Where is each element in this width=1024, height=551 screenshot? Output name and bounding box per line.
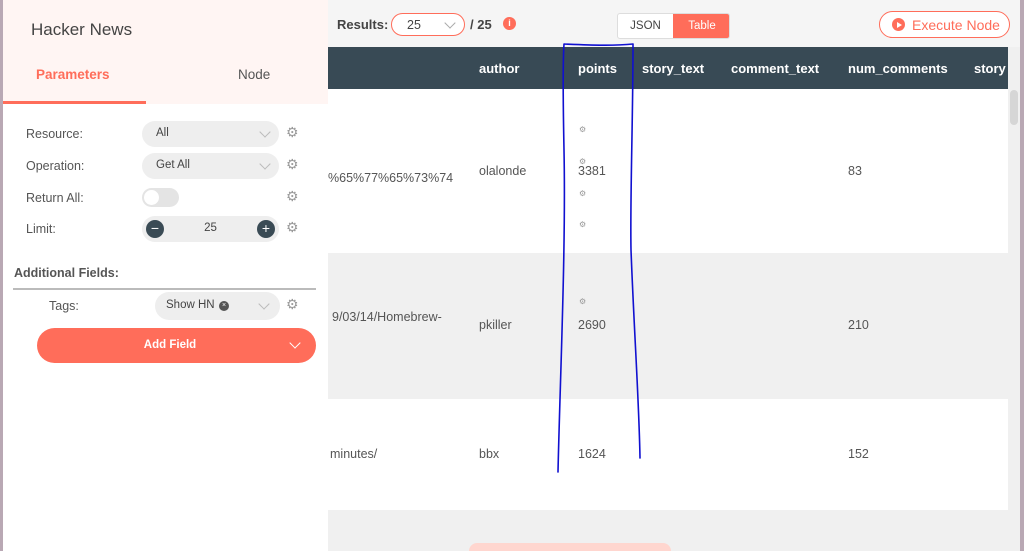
column-header-points: points (578, 61, 617, 76)
results-select[interactable]: 25 (391, 13, 465, 36)
return-all-toggle[interactable] (142, 188, 179, 207)
add-field-button[interactable]: Add Field (37, 328, 316, 363)
column-header-story: story (974, 61, 1006, 76)
param-resource: Resource: All ⚙ ⚙ (3, 121, 586, 147)
node-title: Hacker News (31, 20, 133, 39)
add-field-label: Add Field (143, 339, 197, 351)
resource-select-value: All (156, 127, 169, 139)
divider (13, 288, 316, 290)
column-header-story-text: story_text (642, 61, 705, 76)
num-comments-cell: 152 (848, 447, 869, 461)
view-mode-toggle: JSON Table (617, 13, 730, 39)
column-header-comment-text: comment_text (731, 61, 820, 76)
author-cell: olalonde (479, 164, 527, 178)
node-parameters-panel: Hacker News Parameters Node Resource: Al… (3, 0, 586, 551)
limit-stepper: − 25 + (142, 216, 279, 242)
param-operation: Operation: Get All ⚙ ⚙ (3, 153, 586, 179)
chevron-down-icon (259, 126, 271, 138)
toggle-knob (144, 190, 159, 205)
points-cell: 1624 (578, 447, 606, 461)
url-cell: 9/03/14/Homebrew- (332, 310, 442, 324)
param-return-all: Return All: ⚙ ⚙ (3, 186, 586, 212)
execute-node-button[interactable]: Execute Node (879, 11, 1010, 38)
info-icon[interactable]: i (503, 17, 516, 30)
results-label: Results: (337, 17, 389, 32)
points-cell: 2690 (578, 318, 606, 332)
operation-label: Operation: (26, 159, 85, 173)
resource-label: Resource: (26, 127, 83, 141)
author-cell: bbx (479, 447, 500, 461)
url-cell: %65%77%65%73%74 (328, 171, 454, 185)
vertical-scrollbar[interactable] (1008, 47, 1020, 551)
bottom-button-edge[interactable] (469, 543, 671, 551)
num-comments-cell: 210 (848, 318, 869, 332)
gear-icon[interactable]: ⚙ ⚙ (286, 188, 586, 205)
operation-select-value: Get All (156, 159, 190, 171)
tags-select[interactable]: Show HN × (155, 292, 280, 320)
table-row: minutes/ bbx 1624 152 (328, 399, 1008, 510)
points-cell: 3381 (578, 164, 606, 178)
table-header: author points story_text comment_text nu… (328, 47, 1008, 89)
results-total: / 25 (470, 17, 492, 32)
param-limit: Limit: − 25 + ⚙ ⚙ (3, 216, 586, 242)
app-window: Hacker News Parameters Node Resource: Al… (3, 0, 1020, 551)
remove-tag-icon[interactable]: × (219, 301, 229, 311)
play-icon (892, 18, 905, 31)
resource-select[interactable]: All (142, 121, 279, 147)
chevron-down-icon (444, 17, 456, 29)
increment-button[interactable]: + (257, 220, 275, 238)
table-row: %65%77%65%73%74 olalonde 3381 83 (328, 89, 1008, 253)
limit-label: Limit: (26, 222, 56, 236)
tag-chip: Show HN (166, 299, 215, 311)
url-cell: minutes/ (330, 447, 378, 461)
panel-header: Hacker News Parameters Node (3, 0, 328, 104)
tab-node[interactable]: Node (238, 67, 270, 82)
chevron-down-icon (259, 158, 271, 170)
num-comments-cell: 83 (848, 164, 862, 178)
author-cell: pkiller (479, 318, 512, 332)
gear-icon[interactable]: ⚙ ⚙ (286, 296, 586, 313)
column-header-author: author (479, 61, 520, 76)
execute-node-label: Execute Node (912, 17, 1000, 33)
additional-fields-heading: Additional Fields: (14, 266, 119, 280)
column-header-num-comments: num_comments (848, 61, 948, 76)
tags-label: Tags: (49, 299, 79, 313)
chevron-down-icon (258, 298, 270, 310)
operation-select[interactable]: Get All (142, 153, 279, 179)
table-row: 9/03/14/Homebrew- pkiller 2690 210 (328, 253, 1008, 399)
json-view-button[interactable]: JSON (618, 14, 673, 38)
return-all-label: Return All: (26, 191, 84, 205)
tab-parameters[interactable]: Parameters (36, 67, 110, 82)
gear-icon[interactable]: ⚙ ⚙ (286, 124, 586, 141)
scrollbar-thumb[interactable] (1010, 90, 1018, 125)
active-tab-indicator (3, 101, 146, 104)
gear-icon[interactable]: ⚙ ⚙ (286, 219, 586, 236)
gear-icon[interactable]: ⚙ ⚙ (286, 156, 586, 173)
results-table: author points story_text comment_text nu… (328, 47, 1008, 551)
results-select-value: 25 (407, 18, 421, 32)
table-view-button[interactable]: Table (673, 14, 729, 38)
